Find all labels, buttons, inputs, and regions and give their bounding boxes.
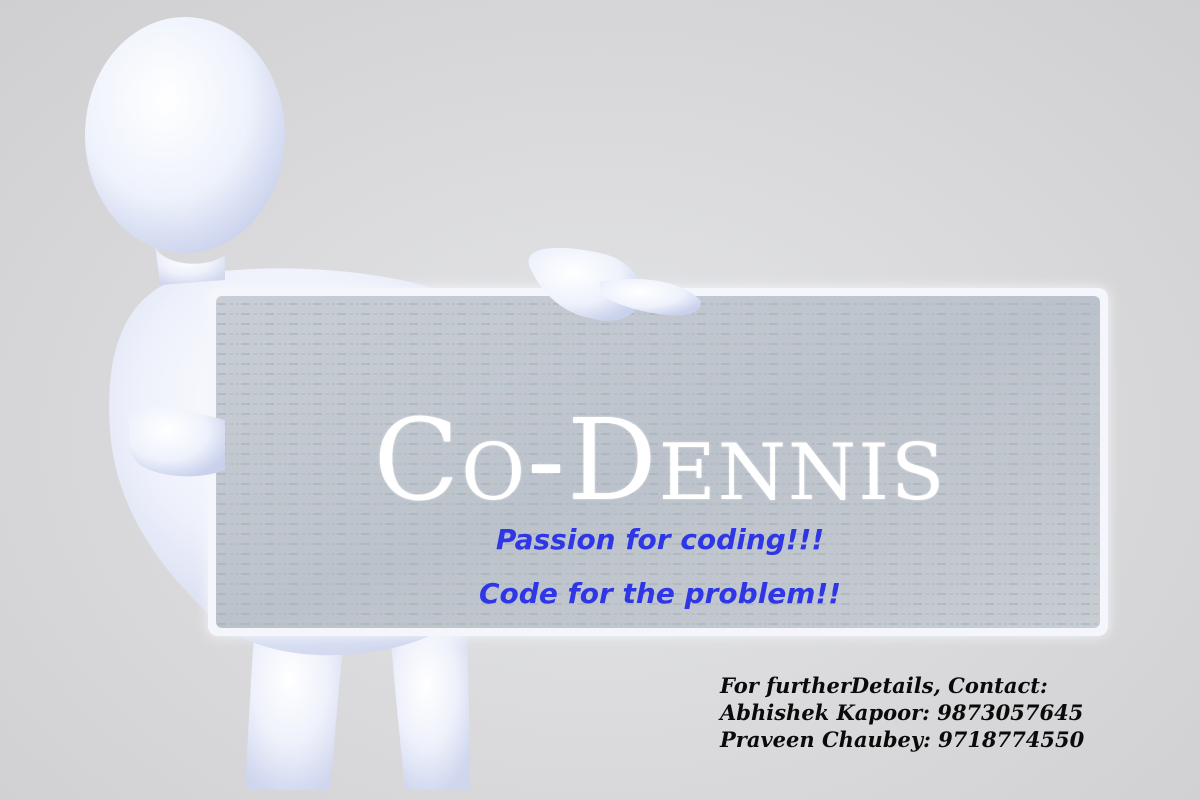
banner-canvas: Co-Dennis Passion for coding!!! Code for… — [0, 0, 1200, 800]
contact-person-1: Abhishek Kapoor: 9873057645 — [720, 700, 1084, 725]
tagline-secondary: Code for the problem!! — [478, 577, 842, 610]
contact-person-2: Praveen Chaubey: 9718774550 — [720, 727, 1085, 752]
contact-heading: For furtherDetails, Contact: — [720, 673, 1048, 698]
tagline-primary: Passion for coding!!! — [495, 523, 825, 556]
contact-block: For furtherDetails, Contact: Abhishek Ka… — [720, 672, 1084, 753]
banner-title: Co-Dennis — [373, 396, 947, 526]
